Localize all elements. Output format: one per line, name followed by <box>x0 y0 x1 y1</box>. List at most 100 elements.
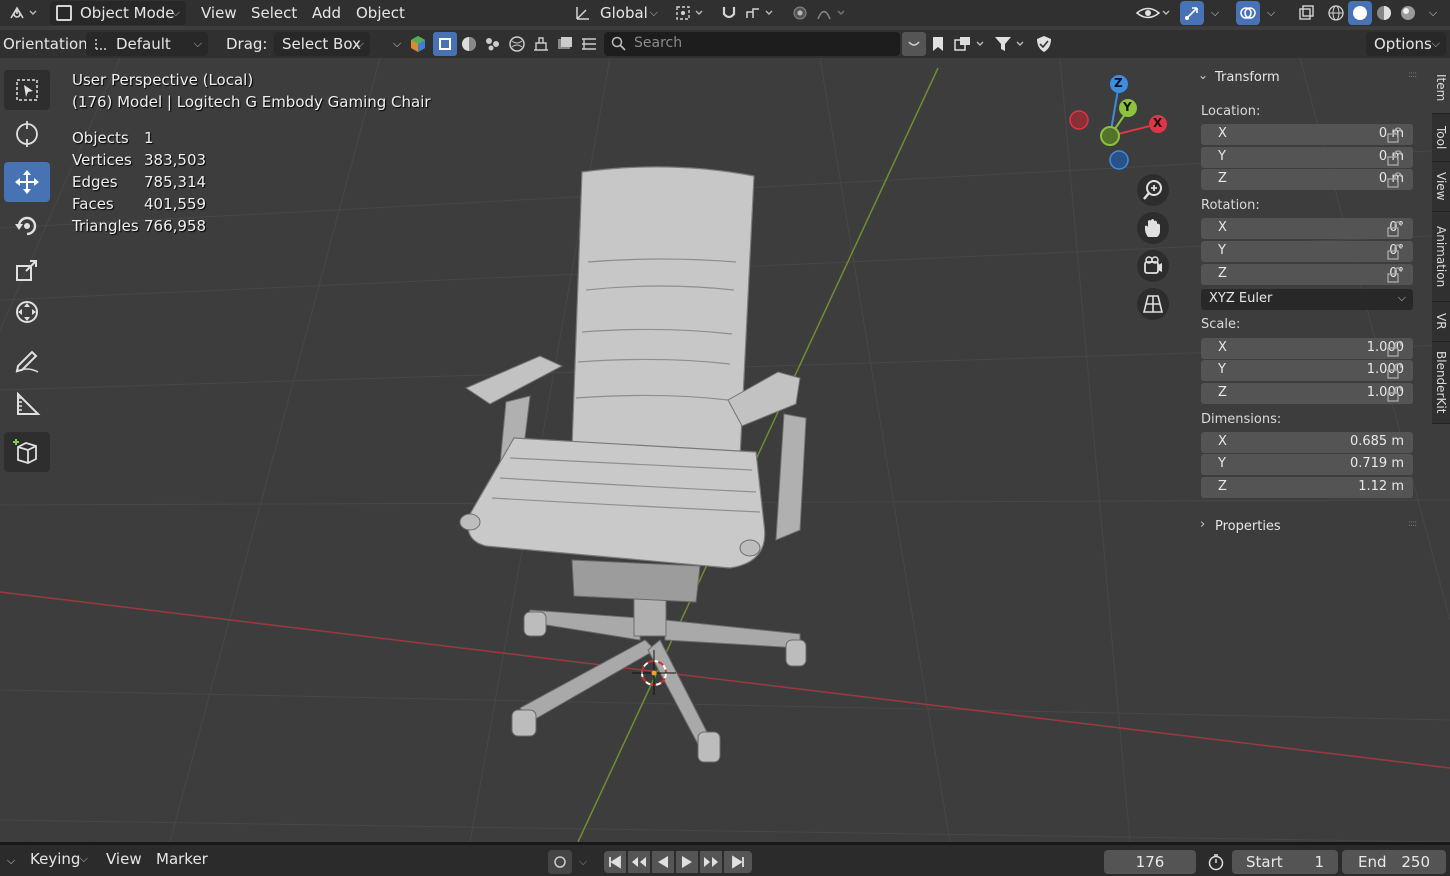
lock-icon[interactable] <box>1386 385 1404 403</box>
location-y-field[interactable]: Y0 m <box>1201 147 1413 168</box>
visibility-eye-icon[interactable] <box>1134 0 1174 26</box>
options-dropdown[interactable]: Options ⌵ <box>1366 32 1446 56</box>
tab-view[interactable]: View <box>1432 162 1450 212</box>
menu-view[interactable]: View <box>201 0 237 26</box>
transform-tool[interactable] <box>4 292 50 332</box>
transform-orientation-dropdown[interactable]: Global ⌵ <box>568 1 664 25</box>
lock-icon[interactable] <box>1386 220 1404 238</box>
scale-y-field[interactable]: Y 1.000 <box>1201 360 1413 381</box>
properties-panel-header[interactable]: › Properties :::: <box>1198 517 1428 537</box>
lock-icon[interactable] <box>1386 243 1404 261</box>
rotate-tool[interactable] <box>4 206 50 246</box>
timeline-view-menu[interactable]: View <box>106 850 142 868</box>
chevron-down-icon[interactable]: ⌵ <box>1206 0 1224 26</box>
shading-wireframe-icon[interactable] <box>1324 0 1348 26</box>
zoom-button[interactable] <box>1137 174 1169 206</box>
location-x-field[interactable]: X0 m <box>1201 124 1413 145</box>
dimension-z-field[interactable]: Z 1.12 m <box>1201 477 1413 498</box>
lock-icon[interactable] <box>1386 149 1404 167</box>
bookmark-icon[interactable] <box>927 32 949 56</box>
play-button[interactable] <box>676 851 698 873</box>
overlays-toggle-icon[interactable] <box>1236 1 1260 25</box>
play-reverse-button[interactable] <box>652 851 674 873</box>
measure-tool[interactable] <box>4 384 50 424</box>
shading-rendered-icon[interactable] <box>1396 0 1420 26</box>
chevron-down-icon[interactable]: ⌵ <box>1422 0 1444 26</box>
tab-vr[interactable]: VR <box>1432 302 1450 342</box>
jump-start-button[interactable] <box>604 851 626 873</box>
next-keyframe-button[interactable] <box>700 851 722 873</box>
lock-icon[interactable] <box>1386 171 1404 189</box>
transform-panel-header[interactable]: ⌄ Transform :::: <box>1198 68 1428 88</box>
cursor-tool[interactable] <box>4 114 50 154</box>
pivot-point-icon[interactable] <box>672 0 710 26</box>
drag-handle-icon[interactable]: :::: <box>1408 70 1417 80</box>
auto-keying-toggle-icon[interactable] <box>548 850 572 874</box>
menu-add[interactable]: Add <box>312 0 341 26</box>
shading-solid-icon[interactable] <box>1348 1 1372 25</box>
rotation-y-field[interactable]: Y 0° <box>1201 241 1413 262</box>
tab-animation[interactable]: Animation <box>1432 212 1450 302</box>
gizmo-toggle-icon[interactable] <box>1180 1 1204 25</box>
scale-tool[interactable] <box>4 250 50 290</box>
rotation-x-field[interactable]: X 0° <box>1201 218 1413 239</box>
lock-icon[interactable] <box>1386 340 1404 358</box>
rotation-z-field[interactable]: Z 0° <box>1201 264 1413 285</box>
filter-scene-icon[interactable] <box>529 32 553 56</box>
filter-funnel-icon[interactable] <box>991 32 1031 56</box>
start-frame-field[interactable]: Start 1 <box>1232 850 1338 874</box>
proportional-editing-icon[interactable] <box>788 0 812 26</box>
orientation-dropdown[interactable]: Default ⌵ <box>86 32 208 56</box>
add-cube-tool[interactable] <box>4 432 50 472</box>
drag-handle-icon[interactable]: :::: <box>1408 519 1417 529</box>
filter-particles-icon[interactable] <box>481 32 505 56</box>
perspective-toggle-button[interactable] <box>1137 288 1169 320</box>
annotate-tool[interactable] <box>4 340 50 380</box>
location-z-field[interactable]: Z0 m <box>1201 169 1413 190</box>
select-box-tool[interactable] <box>4 70 50 110</box>
snap-magnet-icon[interactable] <box>716 0 742 26</box>
current-frame-field[interactable]: 176 <box>1104 850 1196 874</box>
search-field[interactable]: Search <box>604 32 900 56</box>
asset-view-icon[interactable] <box>951 32 991 56</box>
tab-tool[interactable]: Tool <box>1432 114 1450 162</box>
tab-blenderkit[interactable]: BlenderKit <box>1432 342 1450 424</box>
rotation-mode-dropdown[interactable]: XYZ Euler ⌵ <box>1201 289 1413 310</box>
chevron-down-icon[interactable]: ⌵ <box>574 850 592 874</box>
xray-toggle-icon[interactable] <box>1294 0 1318 26</box>
shield-icon[interactable] <box>1032 32 1056 56</box>
move-tool[interactable] <box>4 162 50 202</box>
lock-icon[interactable] <box>1386 362 1404 380</box>
stopwatch-icon[interactable] <box>1204 850 1228 874</box>
filter-layers-icon[interactable] <box>577 32 601 56</box>
color-cube-icon[interactable] <box>406 32 430 56</box>
drag-dropdown[interactable]: Select Box ⌵ <box>274 32 370 56</box>
pan-button[interactable] <box>1137 212 1169 244</box>
filter-expand-icon[interactable] <box>902 32 926 56</box>
menu-select[interactable]: Select <box>251 0 297 26</box>
previous-keyframe-button[interactable] <box>628 851 650 873</box>
shading-material-icon[interactable] <box>1372 0 1396 26</box>
editor-type-icon[interactable] <box>4 0 42 26</box>
end-frame-field[interactable]: End 250 <box>1342 850 1446 874</box>
filter-object-icon[interactable] <box>433 32 457 56</box>
menu-object[interactable]: Object <box>356 0 405 26</box>
camera-view-button[interactable] <box>1137 250 1169 282</box>
filter-material-icon[interactable] <box>457 32 481 56</box>
mode-dropdown[interactable]: Object Mode ⌵ <box>50 1 186 25</box>
jump-end-button[interactable] <box>724 851 752 873</box>
scale-z-field[interactable]: Z 1.000 <box>1201 383 1413 404</box>
chevron-down-icon[interactable]: ⌵ <box>1262 0 1280 26</box>
keying-dropdown[interactable]: Keying ⌵ <box>22 847 94 871</box>
filter-texture-icon[interactable] <box>553 32 577 56</box>
lock-icon[interactable] <box>1386 126 1404 144</box>
snap-target-icon[interactable] <box>742 0 780 26</box>
chevron-down-icon[interactable]: ⌵ <box>2 849 20 873</box>
lock-icon[interactable] <box>1386 266 1404 284</box>
falloff-curve-icon[interactable] <box>814 0 852 26</box>
scale-x-field[interactable]: X 1.000 <box>1201 338 1413 359</box>
tab-item[interactable]: Item <box>1432 62 1450 114</box>
timeline-marker-menu[interactable]: Marker <box>156 850 208 868</box>
chevron-down-icon[interactable]: ⌵ <box>388 32 406 56</box>
dimension-y-field[interactable]: Y 0.719 m <box>1201 454 1413 475</box>
